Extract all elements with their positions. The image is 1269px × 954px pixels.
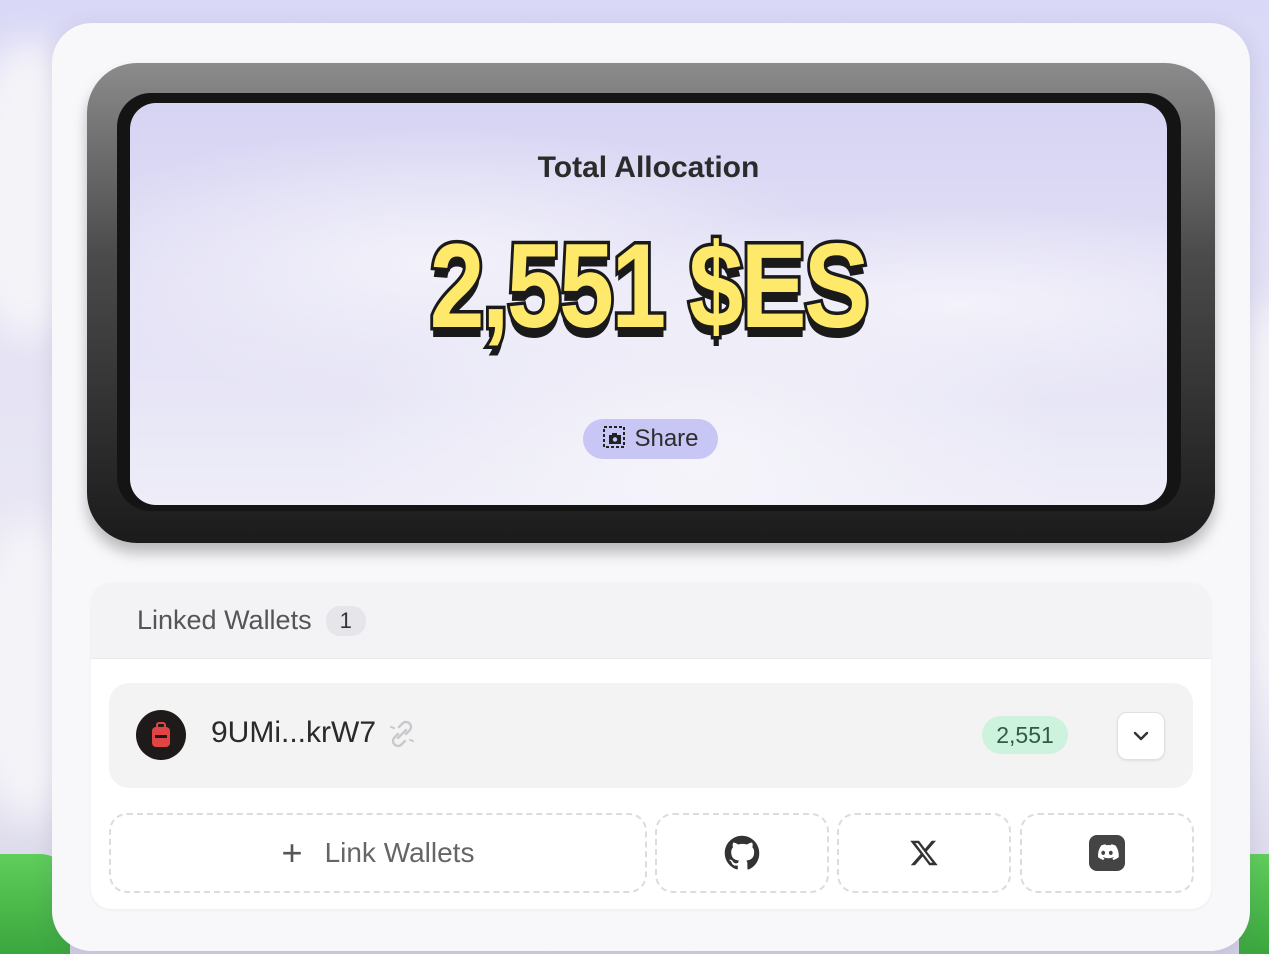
- x-icon: [910, 840, 938, 866]
- github-icon: [724, 835, 760, 870]
- wallet-row[interactable]: 9UMi...krW7 2,551: [109, 683, 1193, 788]
- allocation-amount: 2,551 $ES: [427, 218, 873, 355]
- linked-wallets-panel: Linked Wallets 1 9UMi...krW7 2,551 + Lin…: [91, 583, 1211, 909]
- linked-wallets-header: Linked Wallets 1: [91, 583, 1211, 659]
- linked-wallets-count: 1: [325, 605, 366, 636]
- allocation-screen: Total Allocation 2,551 $ES Share: [130, 103, 1167, 505]
- chevron-down-icon: [1133, 731, 1149, 741]
- wallet-address: 9UMi...krW7: [211, 716, 376, 749]
- wallet-avatar: [136, 710, 186, 760]
- link-wallets-label: Link Wallets: [324, 837, 475, 868]
- linked-wallets-title: Linked Wallets: [137, 605, 312, 635]
- backpack-icon: [152, 722, 170, 747]
- expand-wallet-button[interactable]: [1117, 712, 1165, 760]
- frame-bezel: Total Allocation 2,551 $ES Share: [117, 93, 1181, 511]
- screenshot-icon: [602, 425, 626, 453]
- link-x-button[interactable]: [837, 813, 1011, 893]
- link-discord-button[interactable]: [1020, 813, 1194, 893]
- wallet-amount-badge: 2,551: [982, 716, 1068, 754]
- unlink-icon[interactable]: [387, 719, 417, 753]
- plus-icon: +: [281, 832, 303, 873]
- link-github-button[interactable]: [655, 813, 829, 893]
- link-wallets-button[interactable]: + Link Wallets: [109, 813, 647, 893]
- allocation-frame: Total Allocation 2,551 $ES Share: [87, 63, 1215, 543]
- share-button[interactable]: Share: [583, 419, 718, 459]
- discord-icon: [1089, 835, 1125, 871]
- allocation-title: Total Allocation: [537, 151, 760, 184]
- allocation-card: Total Allocation 2,551 $ES Share Linked …: [52, 23, 1250, 951]
- share-label: Share: [634, 425, 699, 452]
